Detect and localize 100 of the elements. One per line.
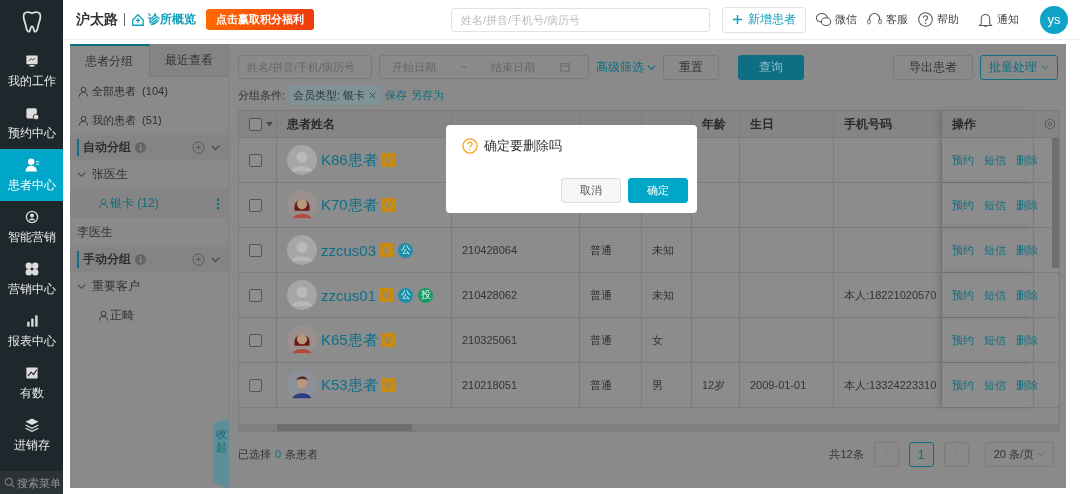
page-size-dropdown[interactable]: 20 条/页 <box>984 441 1054 467</box>
person-icon <box>98 310 109 321</box>
row-checkbox[interactable] <box>249 153 262 167</box>
row-action-link[interactable]: 删除 <box>1016 332 1038 348</box>
select-all-checkbox[interactable] <box>249 117 262 131</box>
patient-name-link[interactable]: K53患者 <box>321 375 378 395</box>
person-silhouette-icon <box>287 190 317 220</box>
cancel-button[interactable]: 取消 <box>561 178 621 203</box>
nav-item[interactable]: 有数 <box>0 357 63 409</box>
layers-icon <box>23 416 40 433</box>
nav-item[interactable]: 智能营销 <box>0 201 63 253</box>
dialog-message: 确定要删除吗 <box>484 137 562 155</box>
nav-item[interactable]: 患者中心 <box>0 149 63 201</box>
row-checkbox[interactable] <box>249 288 262 302</box>
patient-name-link[interactable]: K86患者 <box>321 150 378 170</box>
query-button[interactable]: 查询 <box>738 54 804 80</box>
reset-button[interactable]: 重置 <box>663 54 719 80</box>
row-checkbox[interactable] <box>249 333 262 347</box>
toolbar-link[interactable]: 微信 <box>815 11 857 28</box>
nav-item[interactable]: 进销存 <box>0 409 63 461</box>
selection-count: 0 <box>275 448 282 460</box>
column-header: 生日 <box>750 115 774 133</box>
row-action-link[interactable]: 预约 <box>952 152 974 168</box>
caret-icon[interactable] <box>266 121 273 127</box>
panel-tab[interactable]: 患者分组 <box>70 44 150 77</box>
table-cell: 普通 <box>590 377 612 393</box>
row-action-link[interactable]: 删除 <box>1016 152 1038 168</box>
row-action-link[interactable]: 预约 <box>952 377 974 393</box>
patient-name-link[interactable]: zzcus01 <box>321 286 377 304</box>
total-count: 共12条 <box>829 446 864 462</box>
group-item[interactable]: 我的患者 (51) <box>70 106 228 135</box>
settings-icon[interactable] <box>1044 118 1056 130</box>
export-button[interactable]: 导出患者 <box>893 54 973 80</box>
condition-label: 分组条件: <box>238 87 286 103</box>
person-silhouette-icon <box>287 370 317 400</box>
confirm-button[interactable]: 确定 <box>628 178 688 203</box>
row-checkbox[interactable] <box>249 378 262 392</box>
range-separator: ~ <box>460 61 467 73</box>
section-title: 自动分组 <box>77 139 131 156</box>
row-action-link[interactable]: 删除 <box>1016 197 1038 213</box>
person-silhouette-icon <box>287 325 317 355</box>
add-circle-icon[interactable] <box>192 141 205 154</box>
tree-item[interactable]: 李医生 <box>70 218 228 247</box>
add-circle-icon[interactable] <box>192 253 205 266</box>
row-action-link[interactable]: 短信 <box>984 242 1006 258</box>
toolbar-link[interactable]: 帮助 <box>917 11 959 28</box>
advanced-filter-link[interactable]: 高级筛选 <box>596 58 656 76</box>
row-checkbox[interactable] <box>249 243 262 257</box>
save-link[interactable]: 保存 <box>385 87 408 103</box>
save-as-link[interactable]: 另存为 <box>411 87 445 103</box>
patient-name-link[interactable]: K65患者 <box>321 330 378 350</box>
row-action-link[interactable]: 短信 <box>984 287 1006 303</box>
table-cell: 本人:13324223310 <box>844 377 937 393</box>
tree-item[interactable]: 正畸 <box>98 307 134 324</box>
clinic-name: 沪太路 <box>76 10 118 29</box>
overview-link[interactable]: 诊所概览 <box>131 11 196 28</box>
table-cell: 12岁 <box>702 377 726 393</box>
row-action-link[interactable]: 预约 <box>952 242 974 258</box>
vertical-scrollbar[interactable] <box>1052 138 1059 268</box>
page-button[interactable]: 1 <box>908 441 934 467</box>
bell-icon <box>977 11 994 28</box>
calendar-icon <box>559 62 570 72</box>
close-icon[interactable] <box>368 90 378 100</box>
more-icon[interactable] <box>216 197 220 210</box>
promo-banner[interactable]: 点击赢取积分福利 <box>206 9 314 30</box>
row-checkbox[interactable] <box>249 198 262 212</box>
table-cell: 210218051 <box>462 379 518 391</box>
tree-item[interactable]: 张医生 <box>70 160 228 189</box>
row-action-link[interactable]: 预约 <box>952 197 974 213</box>
patient-name-link[interactable]: zzcus03 <box>321 241 377 259</box>
avatar-placeholder-icon <box>287 235 317 265</box>
row-action-link[interactable]: 预约 <box>952 287 974 303</box>
patient-name-link[interactable]: K70患者 <box>321 195 378 215</box>
toolbar-link[interactable]: 客服 <box>866 11 908 28</box>
nav-item[interactable]: 预约中心 <box>0 97 63 149</box>
nav-item[interactable]: 报表中心 <box>0 305 63 357</box>
row-action-link[interactable]: 删除 <box>1016 377 1038 393</box>
chevron-down-icon <box>647 62 656 72</box>
person-icon <box>78 115 89 126</box>
tree-item[interactable]: 重要客户 <box>70 272 228 301</box>
toolbar-link[interactable]: 通知 <box>977 11 1019 28</box>
panel-tab[interactable]: 最近查看 <box>149 44 228 77</box>
horizontal-scrollbar[interactable] <box>277 424 412 431</box>
nav-item[interactable]: 营销中心 <box>0 253 63 305</box>
row-action-link[interactable]: 短信 <box>984 377 1006 393</box>
collapse-tab[interactable]: 收起 <box>213 418 229 488</box>
people-circle-icon <box>23 208 40 225</box>
batch-dropdown[interactable]: 批量处理 <box>980 54 1058 80</box>
row-action-link[interactable]: 短信 <box>984 332 1006 348</box>
nav-item[interactable]: 我的工作 <box>0 45 63 97</box>
group-item[interactable]: 全部患者 (104) <box>70 77 228 106</box>
user-avatar[interactable]: ys <box>1040 5 1068 34</box>
plus-icon <box>732 14 743 25</box>
row-action-link[interactable]: 删除 <box>1016 242 1038 258</box>
row-action-link[interactable]: 短信 <box>984 152 1006 168</box>
row-action-link[interactable]: 预约 <box>952 332 974 348</box>
add-patient-button[interactable]: 新增患者 <box>722 6 806 33</box>
four-dots-icon <box>23 260 40 277</box>
row-action-link[interactable]: 删除 <box>1016 287 1038 303</box>
row-action-link[interactable]: 短信 <box>984 197 1006 213</box>
